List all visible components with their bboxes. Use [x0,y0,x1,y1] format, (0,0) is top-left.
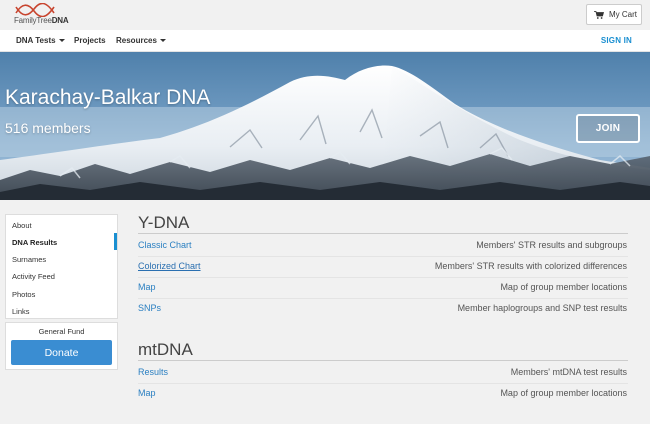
mtdna-results-desc: Members' mtDNA test results [510,367,627,377]
project-sidebar-menu: About DNA Results Surnames Activity Feed… [5,214,118,319]
sign-in-link[interactable]: SIGN IN [601,36,632,45]
familytreedna-logo[interactable]: FamilyTreeDNA [14,2,74,27]
caret-down-icon [58,39,65,43]
ydna-map-desc: Map of group member locations [500,282,627,292]
nav-dna-tests[interactable]: DNA Tests [16,36,65,45]
member-count: 516 members [5,120,91,136]
my-cart-button[interactable]: My Cart [586,4,642,25]
colorized-chart-desc: Members' STR results with colorized diff… [434,261,627,271]
mountain-photo [0,65,650,200]
mtdna-results-link[interactable]: Results [138,367,168,377]
nav-resources-label: Resources [116,36,157,45]
ydna-divider [138,233,628,234]
sidebar-item-photos[interactable]: Photos [12,290,35,299]
general-fund-label: General Fund [38,327,85,336]
sidebar-item-surnames[interactable]: Surnames [12,255,46,264]
row-divider [138,298,628,299]
row-divider [138,383,628,384]
logo-wordmark: FamilyTreeDNA [14,16,69,25]
colorized-chart-link[interactable]: Colorized Chart [138,261,201,271]
donate-button[interactable]: Donate [11,340,112,365]
row-divider [138,256,628,257]
top-bar: FamilyTreeDNA My Cart [0,0,650,30]
caret-down-icon [159,39,166,43]
mtdna-map-link[interactable]: Map [138,388,156,398]
shopping-cart-icon [594,10,604,19]
mtdna-divider [138,360,628,361]
dna-helix-icon [15,2,55,18]
group-title: Karachay-Balkar DNA [5,86,211,109]
sidebar-item-dna-results[interactable]: DNA Results [12,238,57,247]
join-button[interactable]: JOIN [576,114,640,143]
sidebar-item-activity-feed[interactable]: Activity Feed [12,272,55,281]
snps-link[interactable]: SNPs [138,303,161,313]
cart-label: My Cart [609,10,637,19]
snps-desc: Member haplogroups and SNP test results [457,303,627,313]
nav-projects-label: Projects [74,36,106,45]
mtdna-heading: mtDNA [138,340,193,359]
hero-banner: Karachay-Balkar DNA 516 members JOIN [0,52,650,200]
sidebar-item-about[interactable]: About [12,221,32,230]
nav-dna-tests-label: DNA Tests [16,36,56,45]
nav-projects[interactable]: Projects [74,36,106,45]
active-indicator [114,233,117,250]
ydna-map-link[interactable]: Map [138,282,156,292]
ydna-heading: Y-DNA [138,213,190,232]
row-divider [138,277,628,278]
main-nav: DNA Tests Projects Resources SIGN IN [0,30,650,52]
classic-chart-desc: Members' STR results and subgroups [476,240,627,250]
classic-chart-link[interactable]: Classic Chart [138,240,192,250]
sidebar-item-links[interactable]: Links [12,307,30,316]
mtdna-map-desc: Map of group member locations [500,388,627,398]
general-fund-box: General Fund Donate [5,322,118,370]
nav-resources[interactable]: Resources [116,36,166,45]
